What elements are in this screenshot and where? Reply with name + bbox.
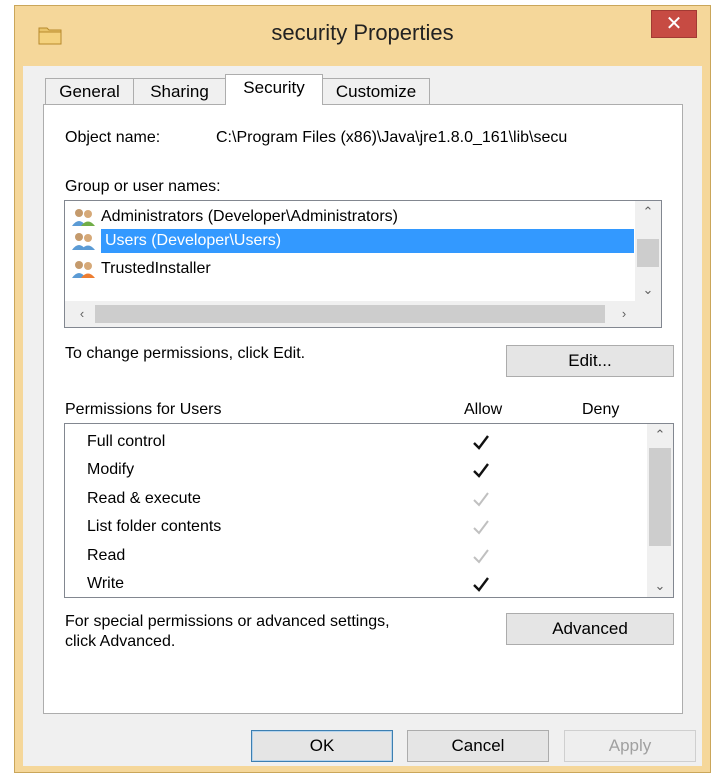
check-icon-inherited [473,492,489,507]
list-item-selected[interactable]: Users (Developer\Users) [71,229,636,253]
check-icon-inherited [473,520,489,535]
advanced-hint-line2: click Advanced. [65,633,176,650]
object-name-value: C:\Program Files (x86)\Java\jre1.8.0_161… [216,129,568,146]
scroll-thumb[interactable] [649,448,671,546]
tab-customize[interactable]: Customize [322,78,430,104]
user-name: Users (Developer\Users) [101,229,634,253]
permission-row: Full control [87,433,166,450]
scroll-right-icon[interactable]: › [611,303,637,325]
list-item[interactable]: TrustedInstaller [71,257,211,281]
permission-row: List folder contents [87,518,222,535]
security-panel: Object name: C:\Program Files (x86)\Java… [43,104,683,714]
dialog-client: General Sharing Security Customize Objec… [23,66,702,766]
properties-window: security Properties ✕ General Sharing Se… [14,5,711,773]
scroll-down-icon[interactable]: ⌄ [647,575,673,597]
tab-general[interactable]: General [45,78,134,104]
scroll-up-icon[interactable]: ⌃ [647,424,673,446]
check-icon [473,577,489,592]
scroll-corner [635,301,661,327]
user-group-icon [72,233,95,250]
user-list[interactable]: Administrators (Developer\Administrators… [64,200,662,328]
check-icon-inherited [473,549,489,564]
change-permissions-hint: To change permissions, click Edit. [65,345,306,362]
ok-button[interactable]: OK [251,730,393,762]
scroll-thumb[interactable] [637,239,659,267]
list-item[interactable]: Administrators (Developer\Administrators… [71,205,398,229]
title-bar[interactable]: security Properties ✕ [15,6,710,66]
close-icon: ✕ [665,13,683,35]
deny-header: Deny [582,401,620,418]
edit-button[interactable]: Edit... [506,345,674,377]
object-name-label: Object name: [65,129,161,146]
user-name: TrustedInstaller [101,260,211,277]
user-group-icon [72,261,95,278]
check-icon [473,435,489,450]
advanced-hint-line1: For special permissions or advanced sett… [65,613,390,630]
window-title: security Properties [271,20,454,45]
advanced-button[interactable]: Advanced [506,613,674,645]
check-icon [473,463,489,478]
tab-sharing[interactable]: Sharing [133,78,226,104]
permission-row: Read [87,547,126,564]
permission-row: Modify [87,461,135,478]
user-list-hscroll[interactable]: ‹ › [65,301,635,327]
hscroll-thumb[interactable] [95,305,605,323]
user-group-icon [72,209,95,226]
scroll-left-icon[interactable]: ‹ [69,303,95,325]
permissions-label: Permissions for Users [65,401,222,418]
scroll-up-icon[interactable]: ⌃ [635,201,661,223]
scroll-down-icon[interactable]: ⌄ [635,279,661,301]
permissions-list: Full control Modify Read & execute List … [64,423,674,598]
allow-header: Allow [464,401,503,418]
tab-security[interactable]: Security [225,74,323,105]
user-list-vscroll[interactable]: ⌃ ⌄ [635,201,661,301]
user-name: Administrators (Developer\Administrators… [101,208,398,225]
permission-row: Read & execute [87,490,201,507]
apply-button[interactable]: Apply [564,730,696,762]
group-names-label: Group or user names: [65,178,221,195]
permissions-vscroll[interactable]: ⌃ ⌄ [647,424,673,597]
permission-row: Write [87,575,125,592]
close-button[interactable]: ✕ [651,10,697,38]
cancel-button[interactable]: Cancel [407,730,549,762]
